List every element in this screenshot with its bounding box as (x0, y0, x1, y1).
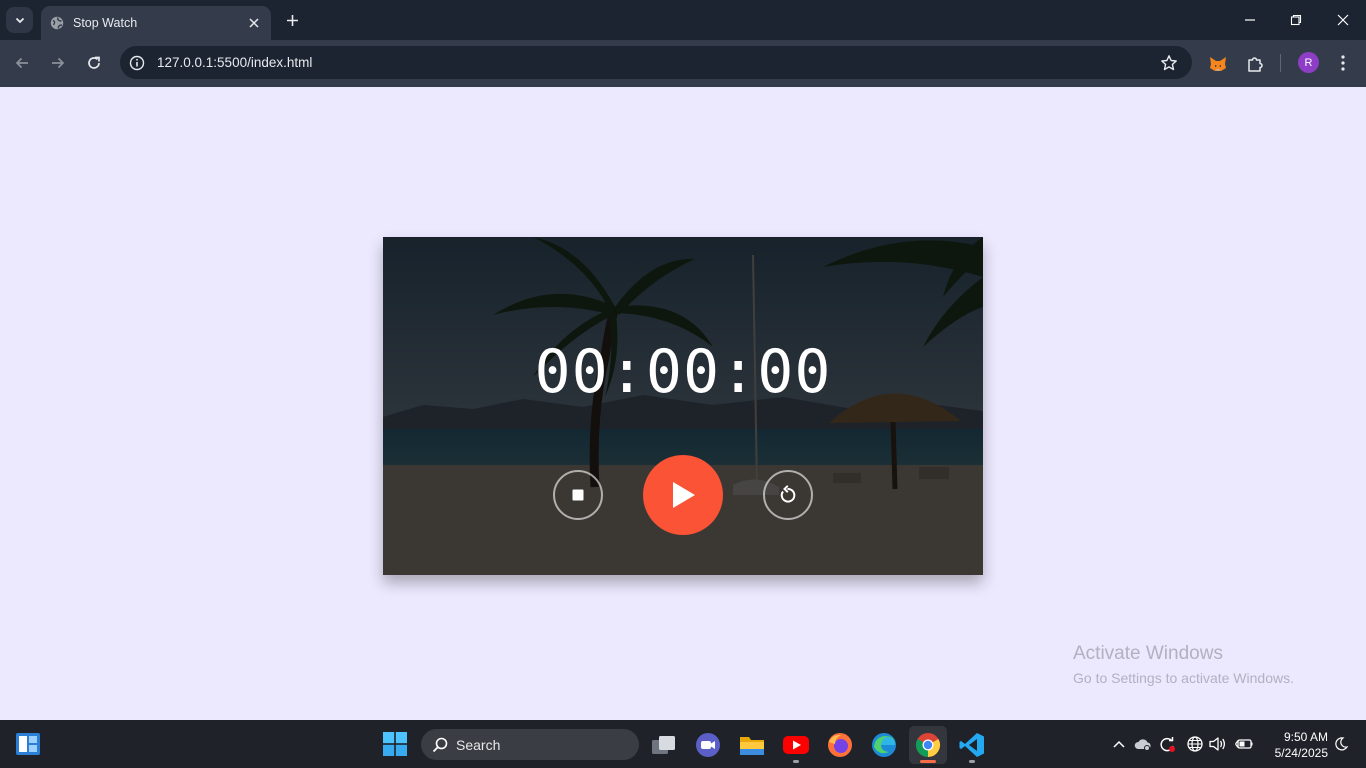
tab-title: Stop Watch (73, 16, 138, 30)
toolbar-divider (1280, 54, 1281, 72)
taskbar-app-firefox[interactable] (821, 726, 859, 764)
start-button[interactable] (383, 732, 407, 756)
browser-toolbar: 127.0.0.1:5500/index.html R (0, 40, 1366, 87)
do-not-disturb-moon-icon[interactable] (1331, 734, 1351, 754)
activate-windows-watermark: Activate Windows Go to Settings to activ… (1073, 643, 1294, 686)
chevron-down-icon (15, 17, 24, 24)
clock-time: 9:50 AM (1283, 730, 1328, 744)
folder-icon (740, 737, 764, 755)
reload-button[interactable] (83, 52, 105, 74)
reset-icon (780, 485, 796, 503)
active-indicator (920, 760, 936, 763)
taskbar-app-youtube[interactable] (777, 726, 815, 764)
onedrive-icon[interactable] (1133, 734, 1153, 754)
url-text: 127.0.0.1:5500/index.html (157, 55, 313, 70)
forward-button[interactable] (47, 52, 69, 74)
plus-icon (286, 14, 298, 26)
network-globe-icon[interactable] (1185, 734, 1205, 754)
volume-icon[interactable] (1208, 734, 1228, 754)
site-info-icon[interactable] (128, 54, 146, 72)
reset-button[interactable] (763, 470, 813, 520)
minimize-icon (1245, 19, 1255, 21)
more-vertical-icon[interactable] (1333, 53, 1353, 73)
firefox-icon (828, 733, 852, 757)
close-icon (1337, 14, 1349, 26)
watermark-subtitle: Go to Settings to activate Windows. (1073, 670, 1294, 686)
start-button[interactable] (643, 455, 723, 535)
chevron-up-icon (1113, 740, 1125, 748)
metamask-extension-icon[interactable] (1207, 53, 1229, 75)
running-indicator (793, 760, 799, 763)
search-label: Search (456, 736, 501, 753)
windows-logo-icon (383, 732, 407, 756)
search-icon (432, 737, 448, 752)
taskbar-app-edge[interactable] (865, 726, 903, 764)
taskbar-search-box[interactable]: Search (421, 729, 639, 760)
task-view-icon (652, 736, 675, 754)
browser-tab-bar: Stop Watch (0, 0, 1366, 40)
globe-icon (50, 16, 64, 30)
taskbar-app-vscode[interactable] (953, 726, 991, 764)
taskbar-app-meet[interactable] (689, 726, 727, 764)
arrow-right-icon (52, 57, 65, 69)
extensions-puzzle-icon[interactable] (1244, 53, 1266, 75)
edge-icon (872, 733, 896, 757)
stop-icon (572, 489, 584, 501)
watermark-title: Activate Windows (1073, 643, 1223, 664)
bookmark-star-icon[interactable] (1160, 54, 1178, 72)
reload-icon (88, 56, 100, 69)
tab-search-button[interactable] (6, 7, 33, 33)
taskbar-app-file-explorer[interactable] (733, 726, 771, 764)
widgets-icon (16, 733, 40, 755)
widgets-button[interactable] (15, 732, 41, 756)
vscode-icon (959, 733, 984, 757)
clock-date: 5/24/2025 (1274, 746, 1328, 760)
restore-icon (1290, 14, 1302, 26)
battery-icon[interactable] (1234, 734, 1254, 754)
running-indicator (969, 760, 975, 763)
sync-alert-icon[interactable] (1157, 734, 1177, 754)
address-bar[interactable]: 127.0.0.1:5500/index.html (120, 46, 1192, 79)
taskbar-app-chrome[interactable] (909, 726, 947, 764)
youtube-icon (783, 736, 809, 754)
close-icon[interactable] (245, 14, 263, 32)
close-window-button[interactable] (1331, 8, 1355, 32)
new-tab-button[interactable] (282, 10, 302, 30)
meet-chat-icon (696, 733, 720, 757)
restore-button[interactable] (1284, 8, 1308, 32)
stopwatch-time-display: 00:00:00 (534, 337, 832, 407)
stopwatch-card: 00:00:00 (383, 237, 983, 575)
chrome-icon (915, 733, 941, 757)
taskbar-clock[interactable]: 9:50 AM 5/24/2025 (1262, 729, 1328, 761)
stop-button[interactable] (553, 470, 603, 520)
taskbar-app-task-view[interactable] (645, 726, 683, 764)
tab-stop-watch[interactable]: Stop Watch (41, 6, 271, 40)
show-hidden-icons-button[interactable] (1109, 734, 1129, 754)
profile-avatar[interactable]: R (1298, 52, 1319, 73)
windows-taskbar: Search 9:50 AM 5/24/2025 (0, 720, 1366, 768)
arrow-left-icon (15, 57, 28, 69)
back-button[interactable] (11, 52, 33, 74)
play-icon (673, 482, 695, 508)
minimize-button[interactable] (1238, 8, 1262, 32)
